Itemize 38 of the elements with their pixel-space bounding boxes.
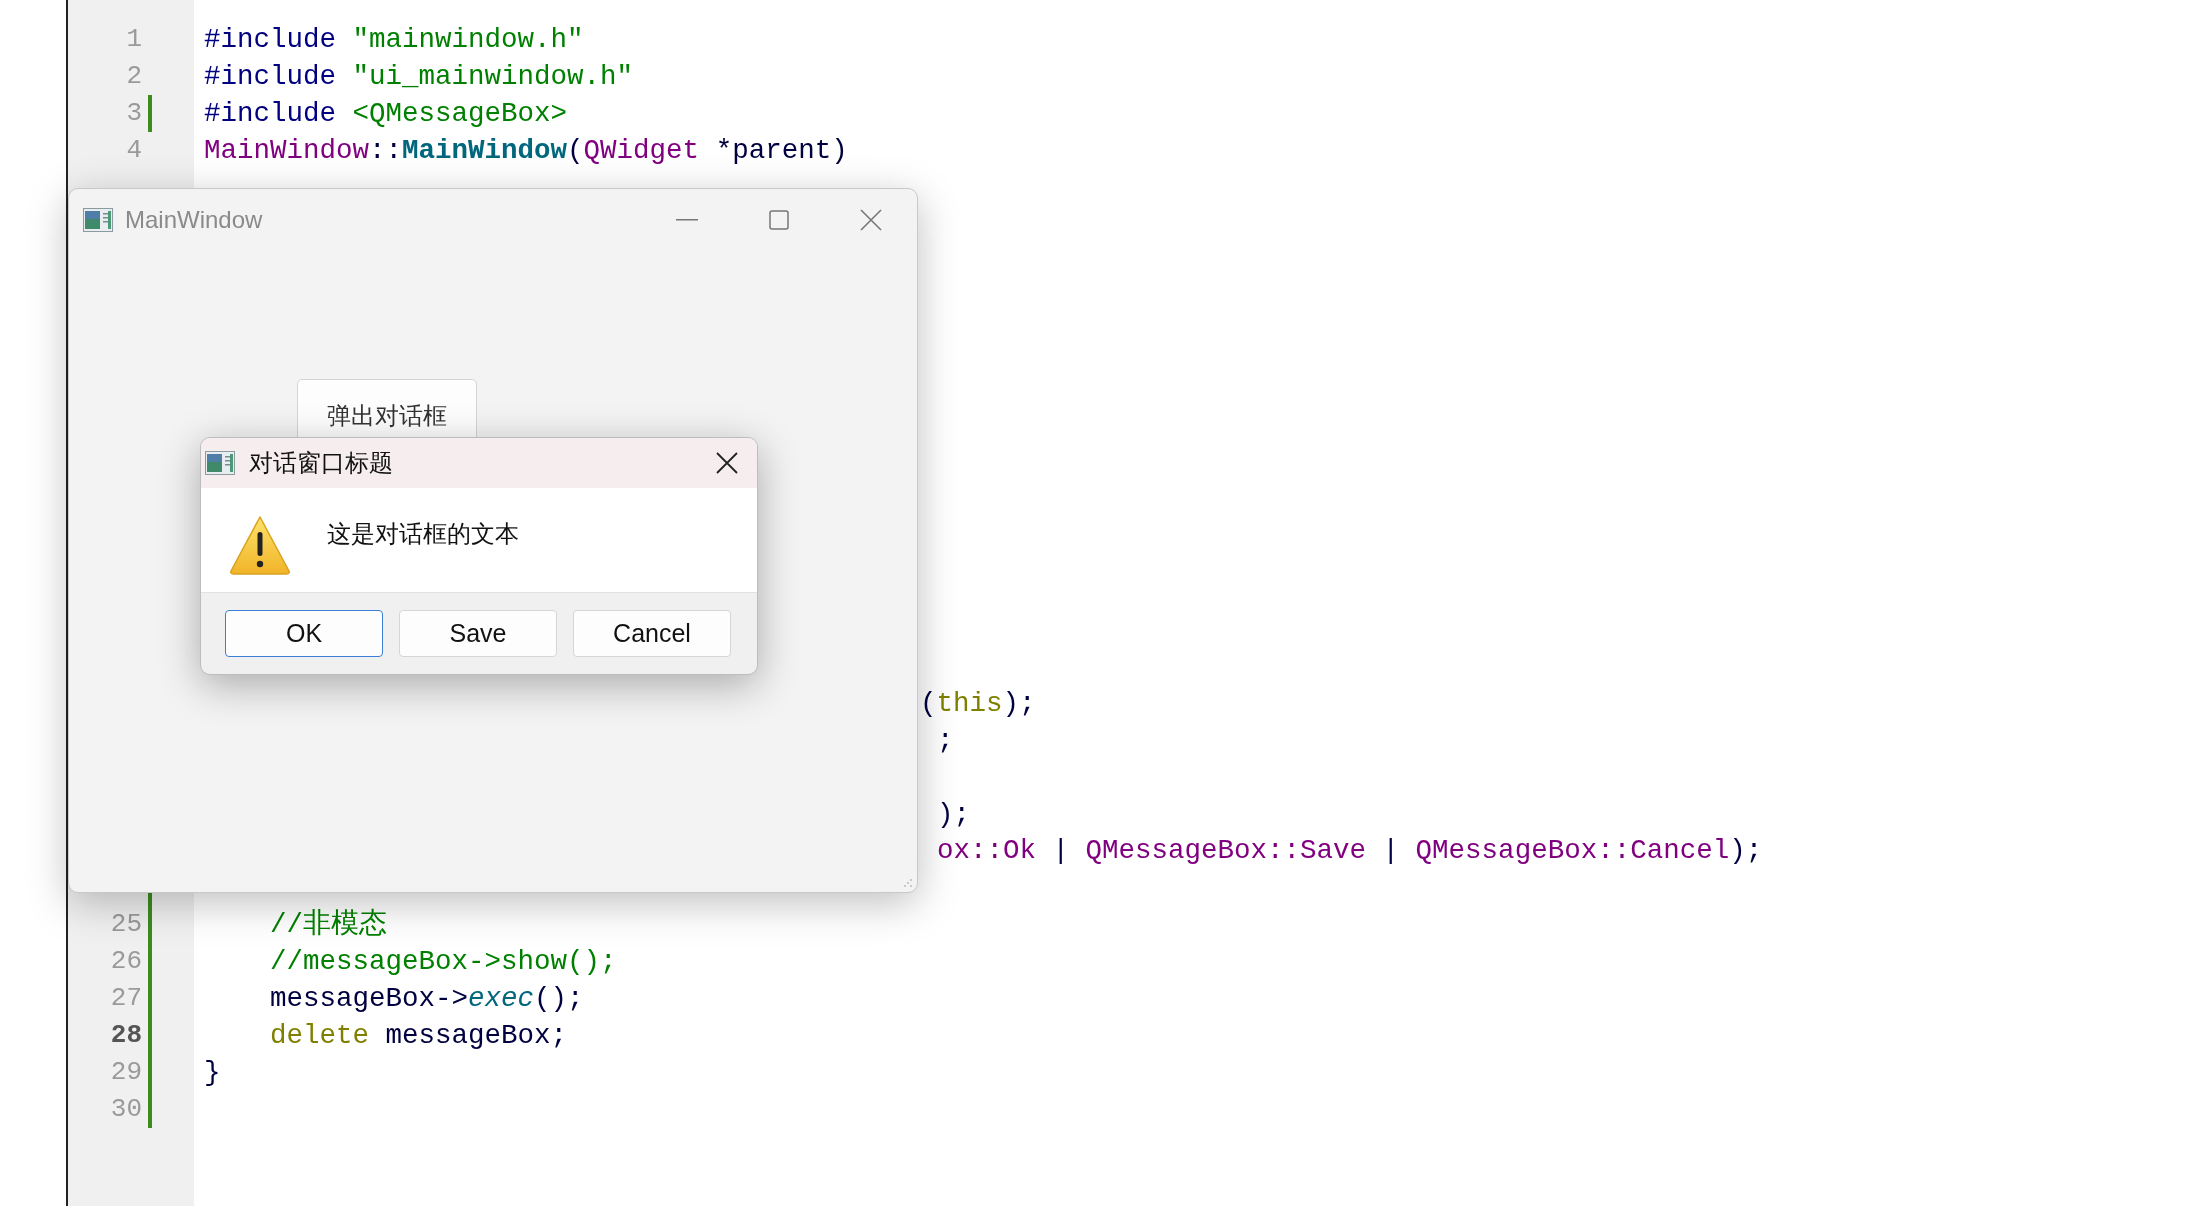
line-number: 30 bbox=[110, 1092, 142, 1126]
line-number: 29 bbox=[110, 1055, 142, 1089]
code-line: messageBox->exec(); bbox=[269, 982, 584, 1016]
dialog-message: 这是对话框的文本 bbox=[327, 519, 519, 549]
code-line: ; bbox=[937, 723, 954, 758]
dialog-button[interactable]: Save bbox=[399, 610, 557, 657]
code-line: #include "ui_mainwindow.h" bbox=[204, 59, 634, 94]
line-number: 28 bbox=[110, 1019, 142, 1052]
minimize-icon bbox=[676, 219, 698, 221]
maximize-icon bbox=[769, 210, 789, 230]
line-number: 1 bbox=[126, 22, 142, 56]
code-line: #include "mainwindow.h" bbox=[204, 22, 584, 57]
code-line: ); bbox=[937, 797, 970, 832]
code-line: #include <QMessageBox> bbox=[204, 96, 568, 131]
app-icon bbox=[83, 208, 113, 232]
resize-grip-icon bbox=[903, 878, 913, 888]
dialog-title: 对话窗口标题 bbox=[249, 448, 393, 478]
line-number: 3 bbox=[126, 96, 142, 130]
change-marker bbox=[148, 94, 152, 132]
code-line: delete messageBox; bbox=[269, 1018, 568, 1053]
close-icon bbox=[860, 209, 882, 231]
line-number: 4 bbox=[126, 133, 142, 167]
dialog-button[interactable]: Cancel bbox=[573, 610, 731, 657]
code-line: } bbox=[204, 1055, 221, 1090]
line-number: 2 bbox=[126, 59, 142, 93]
code-line: //messageBox->show(); bbox=[269, 945, 617, 980]
warning-icon bbox=[229, 514, 291, 576]
line-number: 25 bbox=[110, 908, 142, 942]
app-icon bbox=[205, 451, 235, 475]
window-title: MainWindow bbox=[125, 205, 263, 235]
code-line: (this); bbox=[920, 686, 1036, 721]
code-line: MainWindow::MainWindow(QWidget *parent) bbox=[204, 133, 848, 168]
close-icon bbox=[716, 452, 738, 474]
code-line: //非模态 bbox=[269, 907, 388, 943]
dialog-button[interactable]: OK bbox=[225, 610, 383, 657]
line-number: 27 bbox=[110, 982, 142, 1016]
code-line: ox::Ok | QMessageBox::Save | QMessageBox::Cancel); bbox=[937, 834, 1763, 869]
line-number: 26 bbox=[110, 945, 142, 979]
